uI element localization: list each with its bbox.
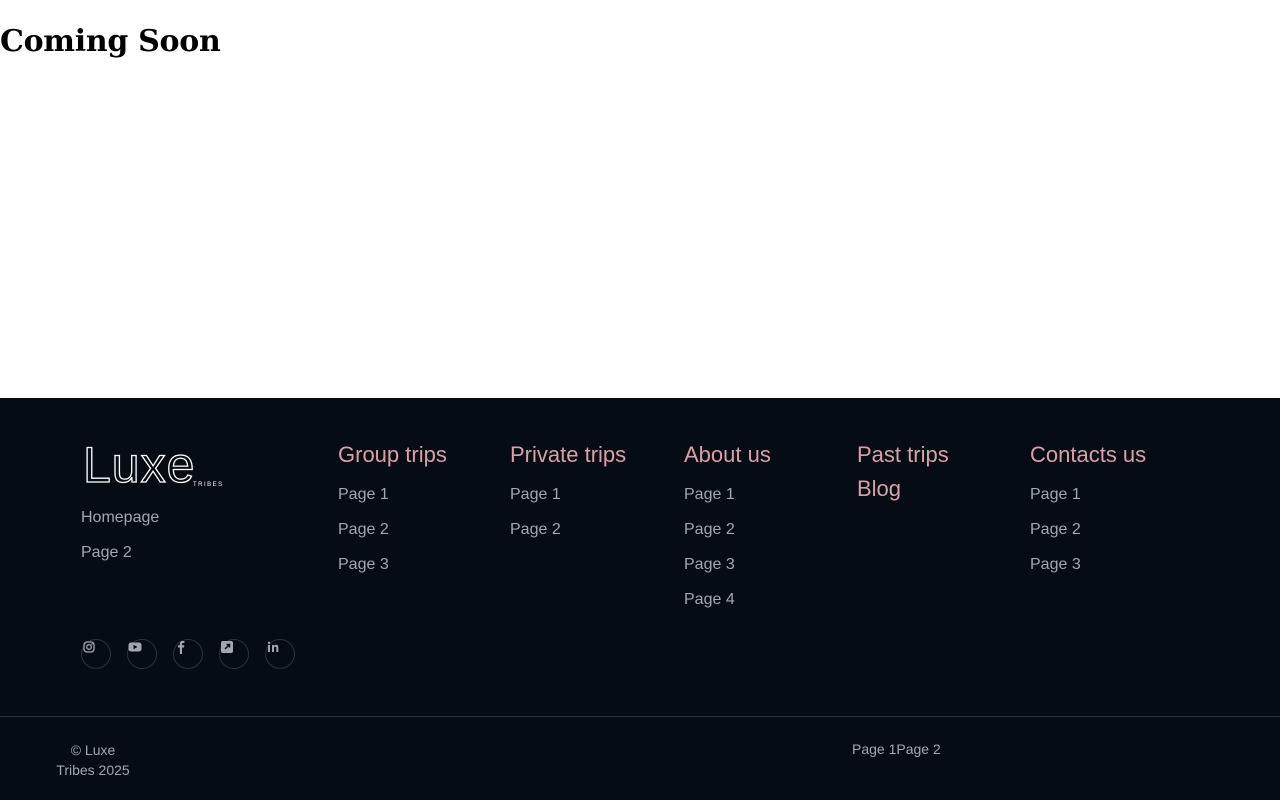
page-title: Coming Soon	[0, 24, 221, 59]
logo-subtext: TRIBES	[193, 482, 224, 488]
footer-heading-blog[interactable]: Blog	[857, 476, 901, 502]
footer-divider	[0, 716, 1280, 717]
footer-link[interactable]: Page 1	[510, 486, 561, 504]
footer-link-homepage[interactable]: Homepage	[81, 509, 159, 527]
footer-link[interactable]: Page 2	[684, 521, 735, 539]
luxe-tribes-logo[interactable]: Luxe TRIBES	[83, 442, 233, 490]
site-footer: Luxe TRIBES Homepage Page 2 Group trips …	[0, 398, 1280, 800]
footer-heading-past-trips[interactable]: Past trips	[857, 442, 949, 468]
linkedin-icon	[267, 641, 279, 652]
footer-link[interactable]: Page 1	[684, 486, 735, 504]
bottom-link-page-1[interactable]: Page 1	[852, 741, 896, 757]
facebook-icon	[178, 641, 185, 654]
footer-link[interactable]: Page 2	[510, 521, 561, 539]
instagram-link[interactable]	[81, 639, 111, 669]
footer-bottom-links: Page 1Page 2	[852, 741, 941, 757]
footer-heading-contacts-us[interactable]: Contacts us	[1030, 442, 1146, 468]
footer-link[interactable]: Page 3	[684, 556, 735, 574]
footer-link-page-2[interactable]: Page 2	[81, 544, 132, 562]
footer-link[interactable]: Page 2	[1030, 521, 1081, 539]
bottom-link-page-2[interactable]: Page 2	[896, 741, 940, 757]
footer-link[interactable]: Page 4	[684, 591, 735, 609]
facebook-link[interactable]	[173, 639, 203, 669]
footer-heading-private-trips[interactable]: Private trips	[510, 442, 626, 468]
footer-link[interactable]: Page 1	[338, 486, 389, 504]
footer-link[interactable]: Page 2	[338, 521, 389, 539]
copyright-text: © Luxe Tribes 2025	[56, 742, 130, 778]
footer-heading-group-trips[interactable]: Group trips	[338, 442, 447, 468]
external-link[interactable]	[219, 639, 249, 669]
footer-link[interactable]: Page 1	[1030, 486, 1081, 504]
footer-link[interactable]: Page 3	[338, 556, 389, 574]
youtube-link[interactable]	[127, 639, 157, 669]
footer-link[interactable]: Page 3	[1030, 556, 1081, 574]
logo-wordmark: Luxe	[83, 442, 195, 490]
linkedin-link[interactable]	[265, 639, 295, 669]
youtube-icon	[128, 642, 142, 652]
external-link-icon	[221, 641, 233, 653]
footer-heading-about-us[interactable]: About us	[684, 442, 771, 468]
instagram-icon	[83, 641, 95, 653]
